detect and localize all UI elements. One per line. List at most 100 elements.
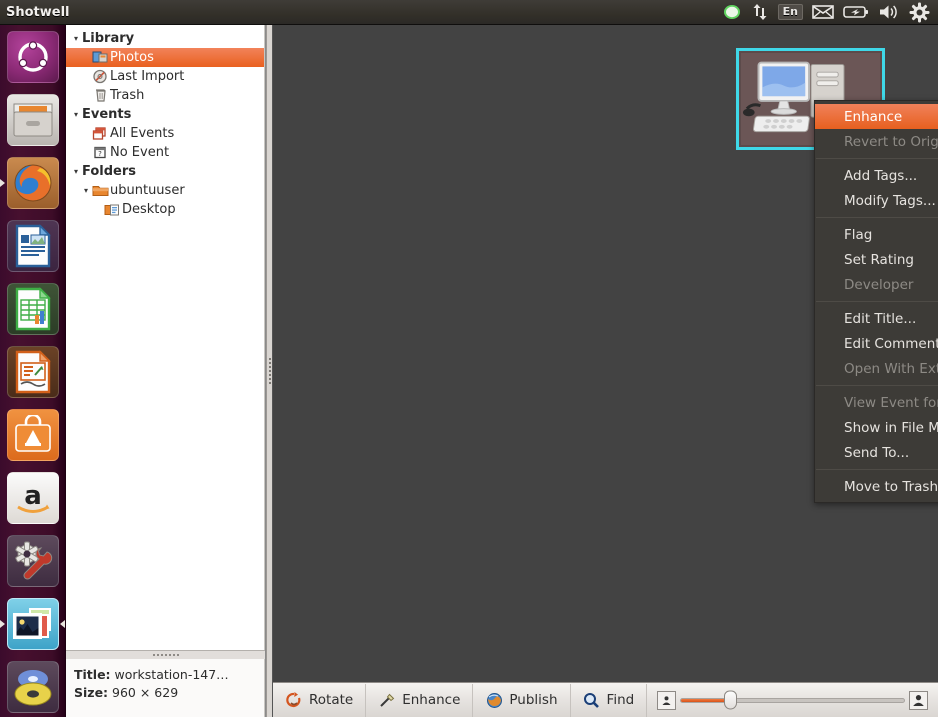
menu-item-label: Show in File Manager [844,419,938,436]
menu-separator [816,301,938,302]
chevron-down-icon[interactable]: ▾ [70,167,82,176]
menu-item-show-in-file-manager[interactable]: Show in File Manager [815,415,938,440]
sidebar-item-all-events[interactable]: All Events [66,124,264,143]
menu-separator [816,385,938,386]
menu-item-set-rating[interactable]: Set Rating › [815,247,938,272]
network-updown-icon[interactable] [751,1,769,23]
launcher-item-amazon[interactable]: a [2,467,64,529]
publish-globe-icon [485,691,503,709]
menu-separator [816,158,938,159]
menu-item-edit-title[interactable]: Edit Title... [815,306,938,331]
menu-item-developer: Developer › [815,272,938,297]
menu-item-flag[interactable]: Flag [815,222,938,247]
chevron-down-icon[interactable]: ▾ [70,34,82,43]
info-title-value: workstation-147… [114,667,229,682]
folder-icon [92,183,109,198]
launcher-item-files[interactable] [2,89,64,151]
toolbar-button-label: Enhance [402,692,461,708]
menu-separator [816,469,938,470]
find-magnifier-icon [583,691,601,709]
sidebar-group-folders[interactable]: ▾ Folders [66,162,264,181]
photo-context-menu[interactable]: Enhance Revert to Original Add Tags... M… [814,100,938,503]
zoom-slider-track[interactable] [680,690,905,710]
sidebar-tree[interactable]: ▾ Library Photos Last Import Trash ▾ Eve… [66,25,265,650]
sidebar-group-events[interactable]: ▾ Events [66,105,264,124]
keyboard-layout-indicator[interactable]: En [777,4,803,20]
launcher-item-firefox[interactable] [0,152,64,214]
chevron-down-icon[interactable]: ▾ [70,110,82,119]
publish-button[interactable]: Publish [473,683,571,717]
menu-item-edit-comment[interactable]: Edit Comment... [815,331,938,356]
zoom-slider-handle[interactable] [724,690,738,710]
photo-grid[interactable]: Enhance Revert to Original Add Tags... M… [273,25,938,682]
info-title-row: Title: workstation-147… [74,666,264,684]
zoom-in-large-icon[interactable] [909,690,928,710]
desktop-folder-icon [104,202,121,217]
launcher-item-system-settings[interactable] [2,530,64,592]
messaging-envelope-icon[interactable] [812,1,834,23]
launcher-item-dash[interactable] [2,26,64,88]
sidebar-item-label: ubuntuuser [110,183,185,198]
all-events-icon [92,126,109,141]
menu-item-open-with-external-editor: Open With External Editor [815,356,938,381]
ubuntuone-sync-icon[interactable] [722,1,742,23]
menu-item-move-to-trash[interactable]: Move to Trash [815,474,938,499]
sidebar-item-label: Folders [82,164,137,179]
sidebar-item-label: Trash [110,88,145,103]
sidebar-item-photos[interactable]: Photos [66,48,264,67]
sidebar-vertical-splitter[interactable] [266,25,273,717]
sidebar-item-desktop[interactable]: Desktop [66,200,264,219]
sidebar-item-trash[interactable]: Trash [66,86,264,105]
system-gear-icon[interactable] [909,1,930,23]
menu-item-label: Send To... [844,444,910,461]
launcher-item-software-center[interactable] [2,404,64,466]
sidebar-item-label: Library [82,31,135,46]
sidebar-item-label: No Event [110,145,170,160]
info-size-label: Size: [74,685,109,700]
menu-item-label: Set Rating [844,251,914,268]
sidebar-item-ubuntuuser[interactable]: ▾ ubuntuuser [66,181,264,200]
trash-icon [92,88,109,103]
system-tray: En [722,1,938,23]
menu-item-label: Developer [844,276,914,293]
launcher-item-rhythmbox[interactable] [2,656,64,717]
toolbar-button-label: Rotate [309,692,354,708]
sidebar-horizontal-splitter[interactable] [66,650,265,659]
menu-item-add-tags[interactable]: Add Tags... [815,163,938,188]
volume-icon[interactable] [878,1,900,23]
zoom-slider-area[interactable] [647,690,938,710]
find-button[interactable]: Find [571,683,648,717]
chevron-down-icon[interactable]: ▾ [80,186,92,195]
svg-text:?: ? [98,150,102,158]
svg-text:a: a [24,481,42,511]
app-title: Shotwell [6,4,70,20]
menu-item-enhance[interactable]: Enhance [815,104,938,129]
rotate-button[interactable]: Rotate [273,683,367,717]
zoom-slider-fill [681,698,731,702]
enhance-wand-icon [378,691,396,709]
menu-item-modify-tags[interactable]: Modify Tags... [815,188,938,213]
enhance-button[interactable]: Enhance [366,683,474,717]
menu-item-label: View Event for Photo [844,394,938,411]
launcher-item-shotwell[interactable] [0,593,65,655]
sidebar-item-label: Last Import [110,69,185,84]
info-title-label: Title: [74,667,111,682]
splitter-grip [152,654,179,656]
content-area: Enhance Revert to Original Add Tags... M… [273,25,938,717]
unity-launcher: a [0,25,66,717]
menu-item-label: Revert to Original [844,133,938,150]
splitter-grip [268,358,271,384]
launcher-item-libreoffice-calc[interactable] [2,278,64,340]
bottom-toolbar: Rotate Enhance Publish Find [273,682,938,717]
sidebar-item-no-event[interactable]: ? No Event [66,143,264,162]
launcher-item-libreoffice-writer[interactable] [2,215,64,277]
menu-item-label: Open With External Editor [844,360,938,377]
launcher-item-libreoffice-impress[interactable] [2,341,64,403]
sidebar-item-label: Events [82,107,132,122]
zoom-out-small-icon[interactable] [657,690,677,710]
sidebar-item-last-import[interactable]: Last Import [66,67,264,86]
sidebar-item-label: All Events [110,126,175,141]
battery-icon[interactable] [843,1,869,23]
menu-item-send-to[interactable]: Send To... [815,440,938,465]
sidebar-group-library[interactable]: ▾ Library [66,29,264,48]
